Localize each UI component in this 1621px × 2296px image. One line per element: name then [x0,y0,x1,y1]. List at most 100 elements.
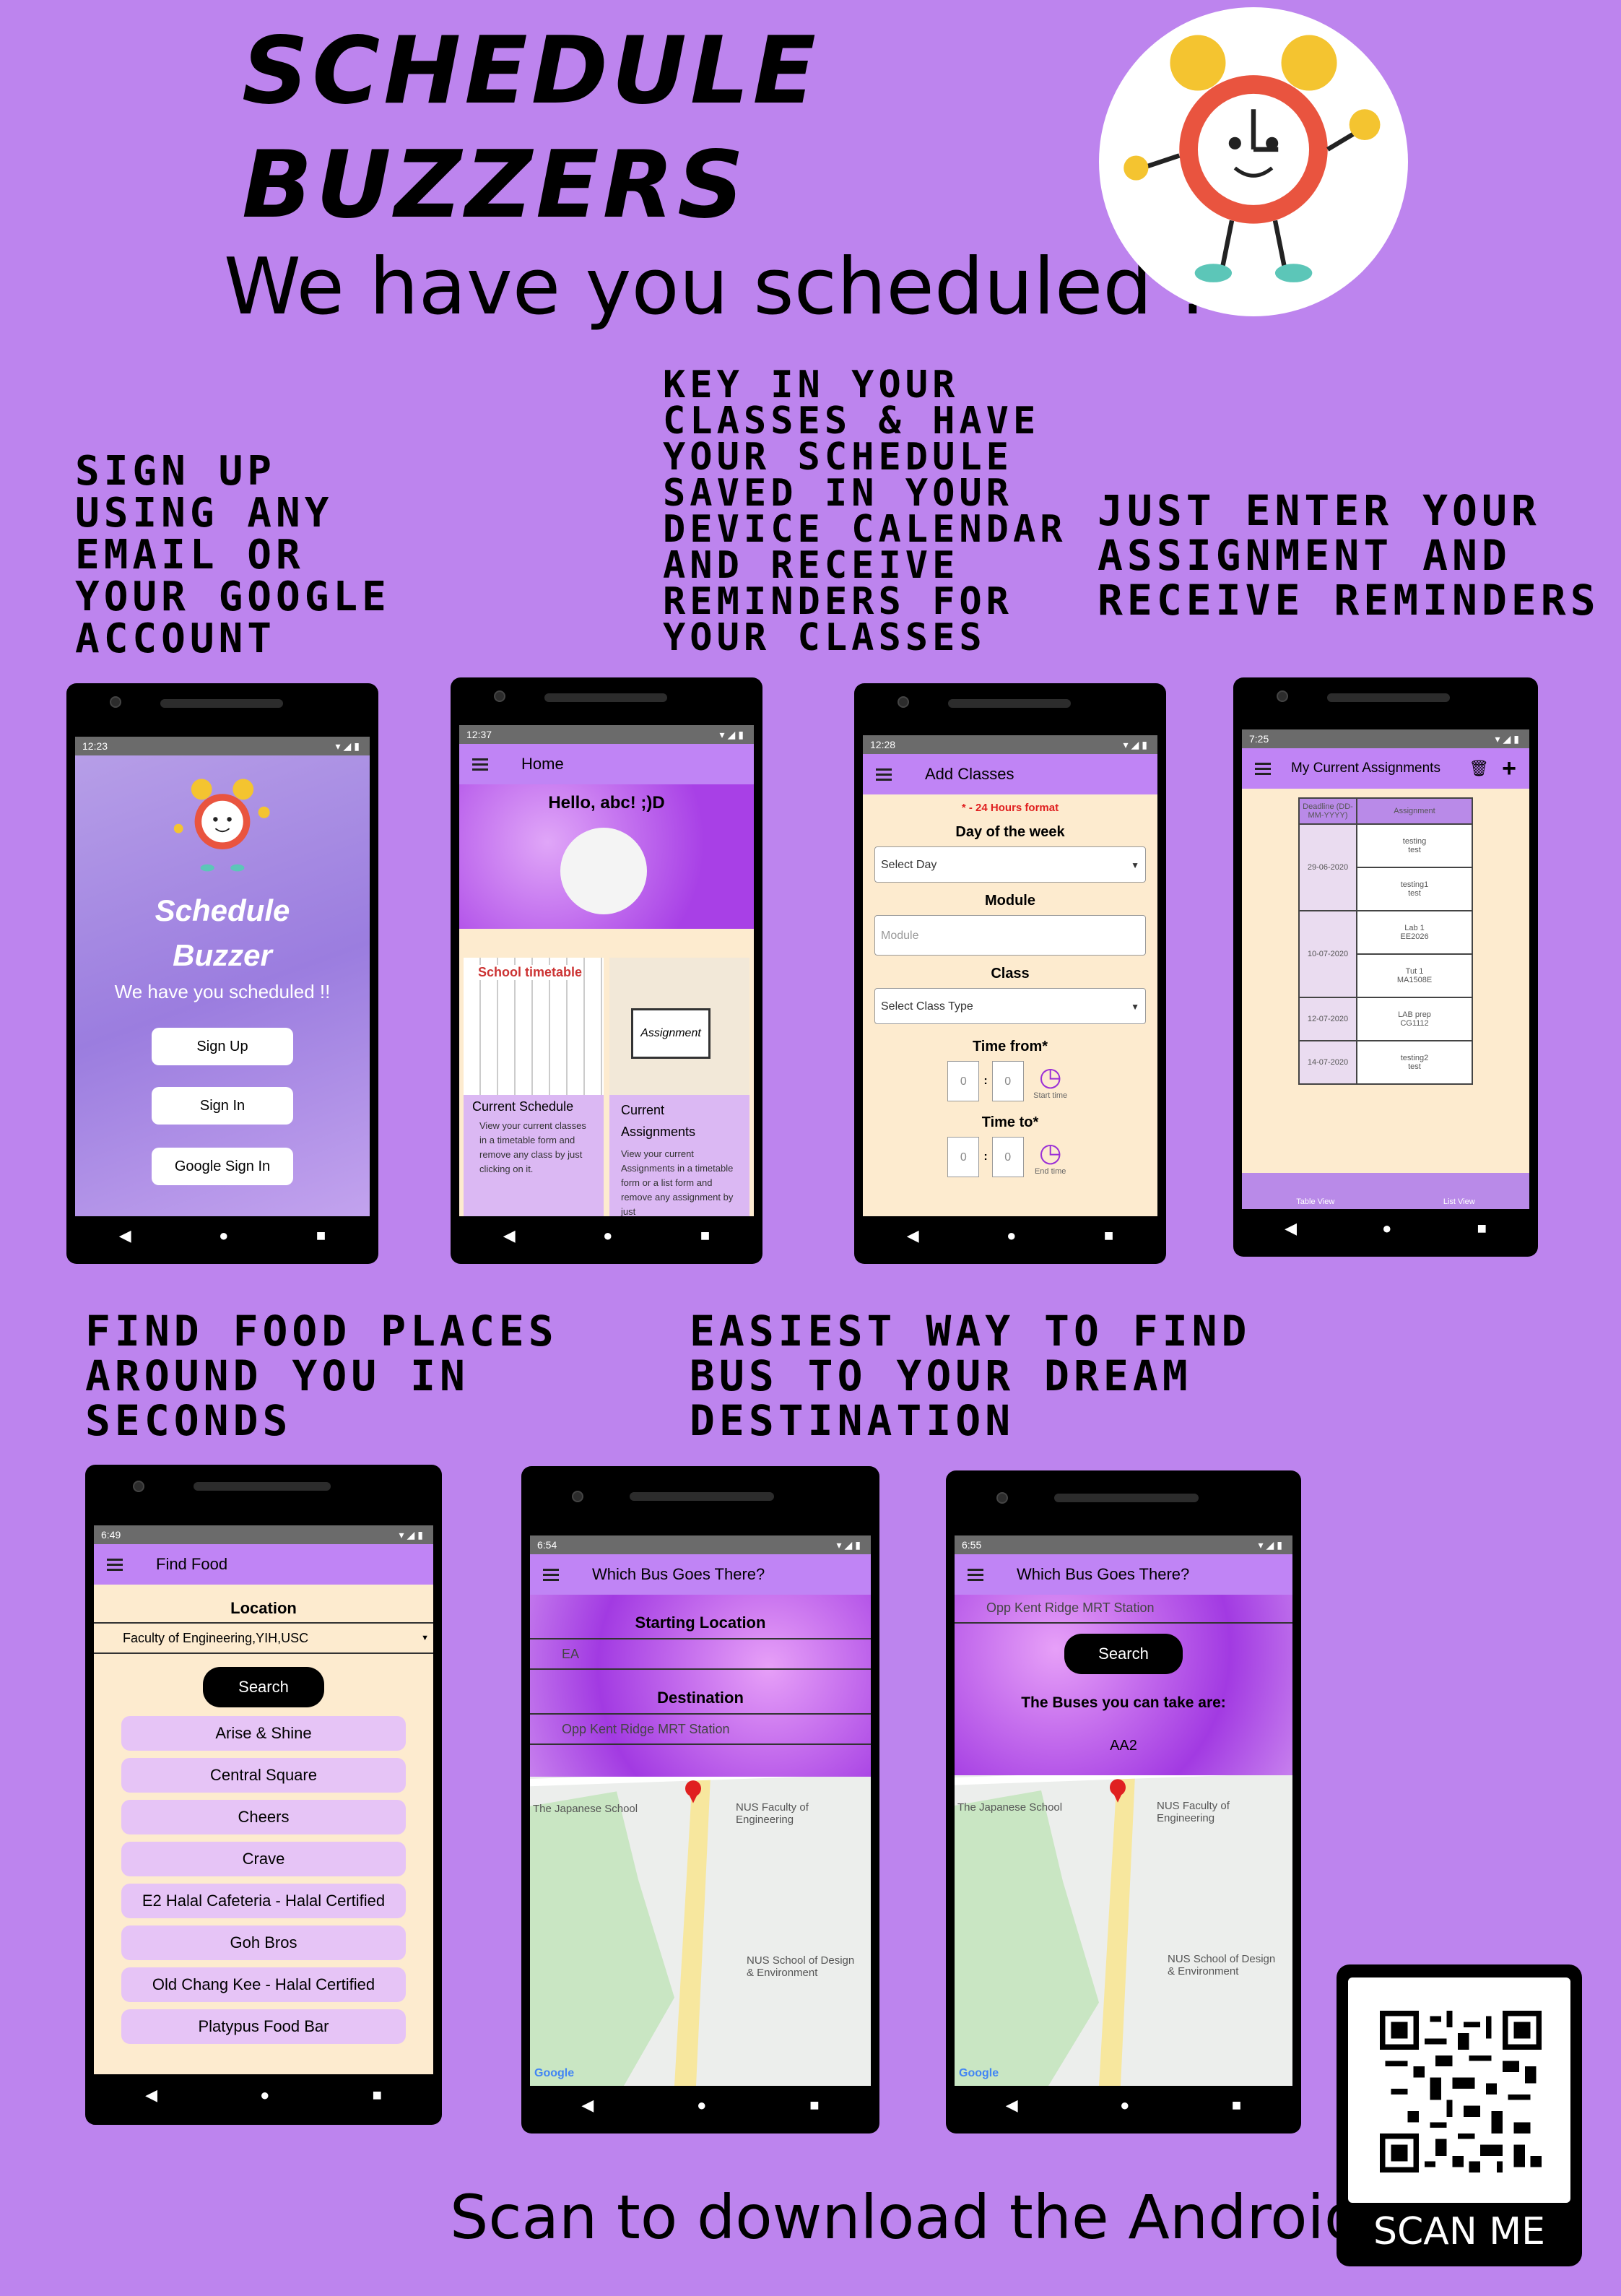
assignment-cell[interactable]: testing1 test [1356,867,1473,911]
map-view[interactable]: The Japanese School NUS Faculty of Engin… [530,1777,871,2086]
assignment-cell[interactable]: Lab 1 EE2026 [1356,910,1473,955]
list-item[interactable]: Platypus Food Bar [121,2009,406,2044]
caption-line: AROUND YOU IN [85,1351,469,1400]
home-icon[interactable]: ● [603,1226,612,1245]
module-input[interactable]: Module [874,915,1146,956]
home-icon[interactable]: ● [1007,1226,1016,1245]
table-row[interactable]: 10-07-2020 Lab 1 EE2026 [1298,910,1473,998]
list-item[interactable]: Goh Bros [121,1925,406,1960]
app-bar: My Current Assignments 🗑 + [1242,748,1529,789]
signin-button[interactable]: Sign In [152,1087,293,1125]
bus-result-panel: Opp Kent Ridge MRT Station Search The Bu… [955,1595,1292,1775]
assignment-art-label: Assignment [631,1008,710,1059]
assignment-cell[interactable]: testing2 test [1356,1040,1473,1085]
recents-icon[interactable]: ■ [1477,1219,1487,1238]
back-icon[interactable]: ◀ [907,1226,919,1245]
module-label: Module [985,893,1035,909]
current-assignments-card[interactable]: Assignment Current Assignments View your… [609,958,749,1223]
assignments-screen: 7:25 ▾◢▮ My Current Assignments 🗑 + Deadl… [1242,729,1529,1248]
recents-icon[interactable]: ■ [1104,1226,1113,1245]
menu-icon[interactable] [472,758,488,771]
assignment-cell[interactable]: LAB prep CG1112 [1356,997,1473,1041]
class-type-select[interactable]: Select Class Type ▼ [874,988,1146,1024]
home-cards: School timetable Current Schedule View y… [459,929,754,1223]
recents-icon[interactable]: ■ [700,1226,710,1245]
signup-button[interactable]: Sign Up [152,1028,293,1065]
bus-form-panel: Starting Location EA Destination Opp Ken… [530,1595,871,1777]
menu-icon[interactable] [1255,762,1271,775]
start-location-select[interactable]: EA [530,1638,871,1670]
list-item[interactable]: Cheers [121,1800,406,1834]
day-select-value: Select Day [881,859,937,871]
status-time: 12:28 [870,739,896,750]
home-icon[interactable]: ● [697,2096,706,2115]
qr-label: SCAN ME [1373,2210,1546,2253]
from-minute-input[interactable]: 0 [991,1061,1024,1101]
delete-icon[interactable]: 🗑 [1469,759,1489,778]
to-hour-input[interactable]: 0 [947,1137,980,1177]
recents-icon[interactable]: ■ [809,2096,819,2115]
list-item[interactable]: Central Square [121,1758,406,1793]
recents-icon[interactable]: ■ [373,2086,382,2105]
tab-table-view[interactable]: Table View [1296,1197,1334,1206]
caption-food: FIND FOOD PLACES AROUND YOU IN SECONDS [85,1309,558,1443]
recents-icon[interactable]: ■ [1232,2096,1241,2115]
location-select[interactable]: Faculty of Engineering,YIH,USC ▼ [94,1622,433,1654]
back-icon[interactable]: ◀ [581,2096,594,2115]
list-item[interactable]: Arise & Shine [121,1716,406,1751]
tab-list-view[interactable]: List View [1443,1197,1475,1206]
menu-icon[interactable] [968,1568,983,1581]
home-icon[interactable]: ● [1120,2096,1129,2115]
app-bar-title: Find Food [156,1555,228,1573]
home-icon[interactable]: ● [1382,1219,1391,1238]
menu-icon[interactable] [876,768,892,781]
phone-add-classes: 12:28 ▾◢▮ Add Classes * - 24 Hours format… [854,683,1166,1264]
home-icon[interactable]: ● [260,2086,269,2105]
table-row[interactable]: 14-07-2020 testing2 test [1298,1040,1473,1085]
app-name-line: Schedule [155,893,290,927]
table-header-row: Deadline (DD-MM-YYYY) Assignment [1298,797,1473,825]
to-minute-input[interactable]: 0 [991,1137,1024,1177]
list-item[interactable]: Crave [121,1842,406,1876]
assignments-table: Deadline (DD-MM-YYYY) Assignment 29-06-2… [1298,797,1473,1085]
day-label: Day of the week [955,824,1065,840]
table-row[interactable]: 29-06-2020 testing test [1298,823,1473,911]
back-icon[interactable]: ◀ [1285,1219,1297,1238]
caption-line: REMINDERS FOR [663,580,1013,623]
assignment-cell[interactable]: Tut 1 MA1508E [1356,953,1473,998]
qr-code-card[interactable]: SCAN ME [1337,1964,1582,2266]
back-icon[interactable]: ◀ [503,1226,516,1245]
recents-icon[interactable]: ■ [316,1226,326,1245]
destination-select[interactable]: Opp Kent Ridge MRT Station [955,1595,1292,1624]
home-screen: 12:37 ▾◢▮ Home Hello, abc! ;)D School tim… [459,725,754,1255]
map-view[interactable]: The Japanese School NUS Faculty of Engin… [955,1775,1292,2086]
add-icon[interactable]: + [1502,755,1516,783]
assignment-cell[interactable]: testing test [1356,823,1473,868]
list-item[interactable]: E2 Halal Cafeteria - Halal Certified [121,1884,406,1918]
end-time-picker[interactable]: ◷ End time [1028,1138,1073,1177]
camera-icon [133,1481,144,1492]
menu-icon[interactable] [543,1568,559,1581]
list-item[interactable]: Old Chang Kee - Halal Certified [121,1967,406,2002]
android-nav-bar: ◀ ● ■ [75,1216,370,1255]
day-select[interactable]: Select Day ▼ [874,846,1146,883]
back-icon[interactable]: ◀ [119,1226,131,1245]
stopwatch-icon: ◷ [1038,1062,1062,1091]
time-to-label: Time to* [981,1114,1039,1130]
start-time-picker[interactable]: ◷ Start time [1028,1062,1073,1101]
menu-icon[interactable] [107,1558,123,1571]
from-hour-input[interactable]: 0 [947,1061,980,1101]
home-icon[interactable]: ● [219,1226,228,1245]
dropdown-caret-icon: ▼ [1131,1002,1139,1012]
app-name-line: Buzzer [173,938,272,972]
back-icon[interactable]: ◀ [145,2086,157,2105]
table-row[interactable]: 12-07-2020 LAB prep CG1112 [1298,997,1473,1041]
google-signin-button[interactable]: Google Sign In [152,1148,293,1185]
current-schedule-card[interactable]: School timetable Current Schedule View y… [464,958,604,1223]
destination-select[interactable]: Opp Kent Ridge MRT Station [530,1713,871,1745]
search-button[interactable]: Search [203,1667,324,1707]
speaker-grille [948,699,1071,708]
search-button[interactable]: Search [1064,1634,1183,1674]
app-name: Schedule Buzzer [75,888,370,978]
back-icon[interactable]: ◀ [1006,2096,1018,2115]
